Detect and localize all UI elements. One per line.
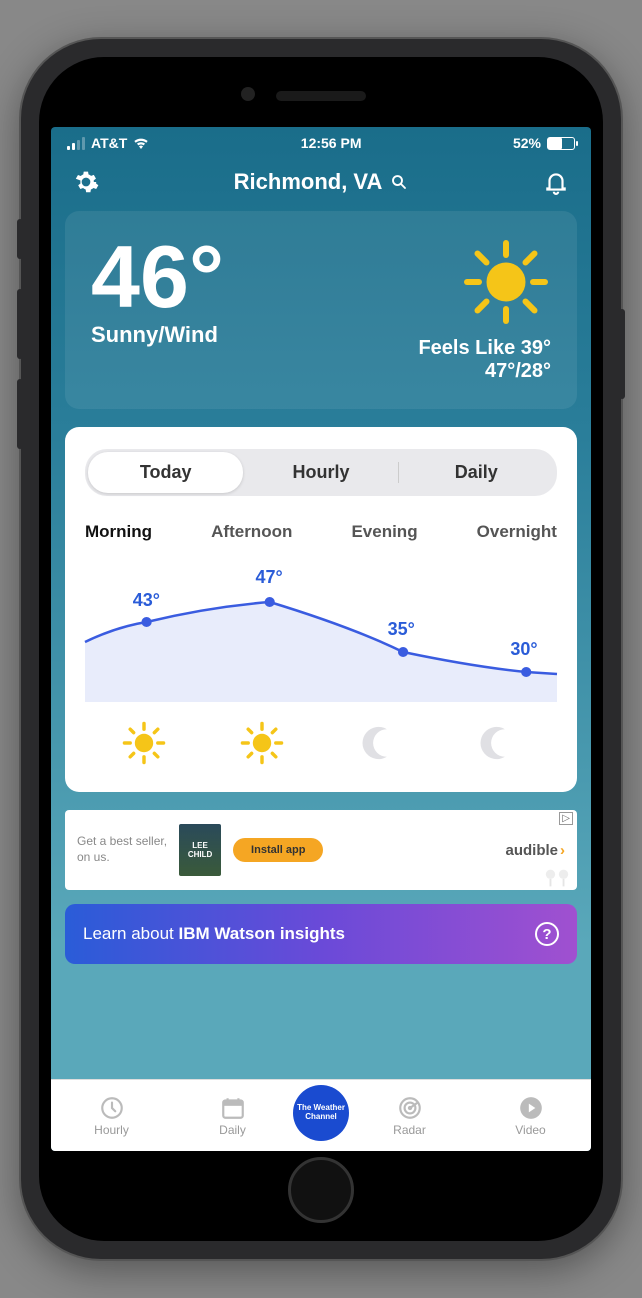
carrier-label: AT&T <box>91 135 127 151</box>
chart-point-temp: 47° <box>255 567 282 588</box>
moon-icon <box>475 720 521 766</box>
daypart-labels: Morning Afternoon Evening Overnight <box>85 522 557 542</box>
hi-lo: 47°/28° <box>418 360 551 383</box>
help-icon[interactable]: ? <box>535 922 559 946</box>
ad-install-button[interactable]: Install app <box>233 838 323 862</box>
calendar-icon <box>220 1095 246 1121</box>
battery-percent: 52% <box>513 135 541 151</box>
radar-icon <box>397 1095 423 1121</box>
chart-point-temp: 35° <box>388 619 415 640</box>
play-icon <box>518 1095 544 1121</box>
chart-point-temp: 43° <box>133 590 160 611</box>
app-screen: AT&T 12:56 PM 52% Richmond, VA <box>51 127 591 1151</box>
signal-icon <box>67 137 85 150</box>
tabbar-radar[interactable]: Radar <box>349 1095 470 1137</box>
battery-icon <box>547 137 575 150</box>
sun-icon <box>461 237 551 327</box>
tabbar-home[interactable]: The Weather Channel <box>293 1085 349 1141</box>
tab-hourly[interactable]: Hourly <box>243 452 398 493</box>
daypart-morning[interactable]: Morning <box>85 522 152 542</box>
forecast-card: Today Hourly Daily Morning Afternoon Eve… <box>65 427 577 792</box>
tab-daily[interactable]: Daily <box>399 452 554 493</box>
segmented-control: Today Hourly Daily <box>85 449 557 496</box>
status-bar: AT&T 12:56 PM 52% <box>51 127 591 159</box>
phone-mute-switch <box>17 219 23 259</box>
watson-insights-banner[interactable]: Learn about IBM Watson insights ? <box>65 904 577 964</box>
insight-text: Learn about IBM Watson insights <box>83 924 345 944</box>
app-header: Richmond, VA <box>51 159 591 211</box>
tabbar-daily[interactable]: Daily <box>172 1095 293 1137</box>
ad-banner[interactable]: Get a best seller, on us. LEE CHILD Inst… <box>65 810 577 890</box>
daypart-evening[interactable]: Evening <box>351 522 417 542</box>
location-selector[interactable]: Richmond, VA <box>234 169 409 195</box>
tab-today[interactable]: Today <box>88 452 243 493</box>
phone-camera <box>241 87 255 101</box>
tabbar-hourly[interactable]: Hourly <box>51 1095 172 1137</box>
bottom-tab-bar: Hourly Daily The Weather Channel Radar V… <box>51 1079 591 1151</box>
location-label: Richmond, VA <box>234 169 383 195</box>
twc-logo-icon: The Weather Channel <box>293 1100 349 1126</box>
tabbar-video[interactable]: Video <box>470 1095 591 1137</box>
search-icon <box>390 173 408 191</box>
moon-icon <box>357 720 403 766</box>
ad-close-icon[interactable]: ▷ <box>559 812 573 825</box>
current-condition: Sunny/Wind <box>91 322 224 348</box>
phone-power-switch <box>619 309 625 399</box>
home-button[interactable] <box>288 1157 354 1223</box>
phone-volume-down <box>17 379 23 449</box>
gear-icon[interactable] <box>73 169 99 195</box>
phone-volume-up <box>17 289 23 359</box>
daypart-afternoon[interactable]: Afternoon <box>211 522 292 542</box>
ad-text: on us. <box>77 850 167 866</box>
chart-point-temp: 30° <box>510 639 537 660</box>
earbuds-icon <box>543 868 571 888</box>
status-time: 12:56 PM <box>301 135 362 151</box>
daypart-overnight[interactable]: Overnight <box>477 522 557 542</box>
bell-icon[interactable] <box>543 169 569 195</box>
feels-like: Feels Like 39° <box>418 337 551 360</box>
daypart-icons <box>85 720 557 766</box>
sun-icon <box>121 720 167 766</box>
phone-frame: AT&T 12:56 PM 52% Richmond, VA <box>21 39 621 1259</box>
wifi-icon <box>133 137 149 149</box>
phone-speaker <box>276 91 366 101</box>
ad-book-cover: LEE CHILD <box>179 824 221 876</box>
ad-brand-label: audible› <box>505 842 565 859</box>
sun-icon <box>239 720 285 766</box>
clock-icon <box>99 1095 125 1121</box>
current-conditions-card[interactable]: 46° Sunny/Wind Feels Like 39 <box>65 211 577 409</box>
current-temp: 46° <box>91 237 224 316</box>
ad-text: Get a best seller, <box>77 834 167 850</box>
temperature-chart: 43° 47° 35° 30° <box>85 572 557 702</box>
